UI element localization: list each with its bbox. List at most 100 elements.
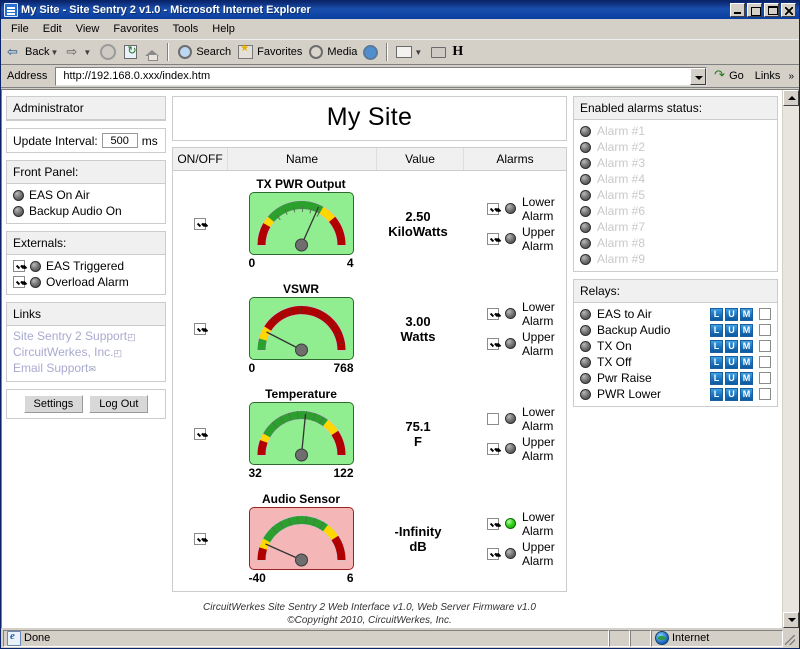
menu-help[interactable]: Help [205,21,242,37]
relay-latch-button[interactable]: L [710,388,723,401]
channel-name: Audio Sensor [262,492,340,506]
address-input[interactable] [56,68,690,85]
search-button[interactable]: Search [174,42,233,62]
channel-enable-checkbox[interactable] [194,323,206,335]
alarm-checkbox[interactable] [487,548,499,560]
relay-momentary-button[interactable]: M [740,356,753,369]
alarm-checkbox[interactable] [487,338,499,350]
relay-checkbox[interactable] [759,372,771,384]
forward-dropdown-icon[interactable]: ▼ [83,48,91,57]
update-interval-input[interactable] [102,133,138,148]
stop-button[interactable] [97,42,119,62]
update-interval-label: Update Interval: [13,134,98,148]
print-button[interactable] [428,43,449,62]
relay-momentary-button[interactable]: M [740,324,753,337]
relay-checkbox[interactable] [759,388,771,400]
scroll-up-button[interactable] [783,90,799,106]
alarm-checkbox[interactable] [487,308,499,320]
sidebar-button-row: Settings Log Out [7,390,165,418]
logout-button[interactable]: Log Out [89,395,148,413]
forward-button[interactable]: ▼ [64,43,96,61]
address-input-wrap[interactable] [55,67,707,86]
relay-mode-buttons: L U M [710,308,753,321]
back-label: Back [25,46,49,58]
relay-latch-button[interactable]: L [710,324,723,337]
menu-view[interactable]: View [69,21,107,37]
history-button[interactable] [360,43,381,62]
link-circuitwerkes-inc[interactable]: CircuitWerkes, Inc.◰ [13,345,159,361]
address-dropdown-button[interactable] [690,68,706,85]
externals-checkbox[interactable] [13,260,25,272]
security-zone-cell[interactable]: Internet [651,630,783,647]
relay-latch-button[interactable]: L [710,372,723,385]
settings-button[interactable]: Settings [24,395,84,413]
mail-button[interactable]: ▼ [393,42,427,62]
relay-latch-button[interactable]: L [710,356,723,369]
alarm-lower: Lower Alarm [487,299,566,329]
led-icon [505,443,516,454]
alarm-checkbox[interactable] [487,443,499,455]
back-dropdown-icon[interactable]: ▼ [50,48,58,57]
relay-checkbox[interactable] [759,340,771,352]
scrollbar-track[interactable] [783,106,799,612]
refresh-button[interactable] [120,43,141,61]
alarm-status-label: Alarm #7 [597,220,645,234]
gauge-scale-max: 122 [333,466,353,480]
relay-momentary-button[interactable]: M [740,340,753,353]
links-chevron-icon[interactable]: » [788,71,797,82]
enabled-alarms-title: Enabled alarms status: [574,97,777,120]
channel-enable-checkbox[interactable] [194,218,206,230]
relay-latch-button[interactable]: L [710,308,723,321]
relay-unlatch-button[interactable]: U [725,340,738,353]
toolbar-separator-2 [386,43,388,61]
relay-label: Pwr Raise [597,371,704,385]
links-button[interactable]: Links [751,70,785,82]
relay-checkbox[interactable] [759,356,771,368]
relay-checkbox[interactable] [759,308,771,320]
relay-latch-button[interactable]: L [710,340,723,353]
relay-unlatch-button[interactable]: U [725,356,738,369]
relay-unlatch-button[interactable]: U [725,372,738,385]
externals-checkbox[interactable] [13,276,25,288]
relay-unlatch-button[interactable]: U [725,324,738,337]
channel-value: 3.00 [375,314,461,329]
favorites-button[interactable]: Favorites [234,42,304,62]
minimize-button[interactable] [730,3,745,17]
menu-file[interactable]: File [4,21,36,37]
alarm-checkbox[interactable] [487,413,499,425]
maximize-button[interactable] [764,3,779,17]
relay-unlatch-button[interactable]: U [725,388,738,401]
go-button[interactable]: Go [711,70,747,83]
menu-favorites[interactable]: Favorites [106,21,165,37]
edit-button[interactable]: H [450,43,470,61]
link-site-sentry-2-support[interactable]: Site Sentry 2 Support◰ [13,329,159,345]
media-button[interactable]: Media [305,42,359,62]
restore-button[interactable] [747,3,762,17]
alarm-checkbox[interactable] [487,203,499,215]
relay-unlatch-button[interactable]: U [725,308,738,321]
alarm-label: Lower Alarm [522,300,566,328]
alarm-checkbox[interactable] [487,518,499,530]
mail-dropdown-icon[interactable]: ▼ [414,48,422,57]
home-button[interactable] [142,43,162,61]
user-name: Administrator [7,97,165,120]
relay-momentary-button[interactable]: M [740,388,753,401]
menu-edit[interactable]: Edit [36,21,69,37]
link-email-support[interactable]: Email Support✉ [13,361,159,377]
resize-grip[interactable] [783,630,797,647]
back-button[interactable]: Back ▼ [5,43,63,61]
relay-momentary-button[interactable]: M [740,308,753,321]
column-header-name: Name [228,148,377,170]
scroll-down-button[interactable] [783,612,799,628]
menu-tools[interactable]: Tools [166,21,206,37]
relay-checkbox[interactable] [759,324,771,336]
channel-enable-checkbox[interactable] [194,533,206,545]
relay-label: TX On [597,339,704,353]
vertical-scrollbar[interactable] [782,90,799,628]
relay-momentary-button[interactable]: M [740,372,753,385]
gauge-tx-pwr-output [249,192,354,255]
channel-enable-checkbox[interactable] [194,428,206,440]
alarm-checkbox[interactable] [487,233,499,245]
close-button[interactable] [781,3,796,17]
relay-row-pwr-lower: PWR Lower L U M [580,386,771,402]
